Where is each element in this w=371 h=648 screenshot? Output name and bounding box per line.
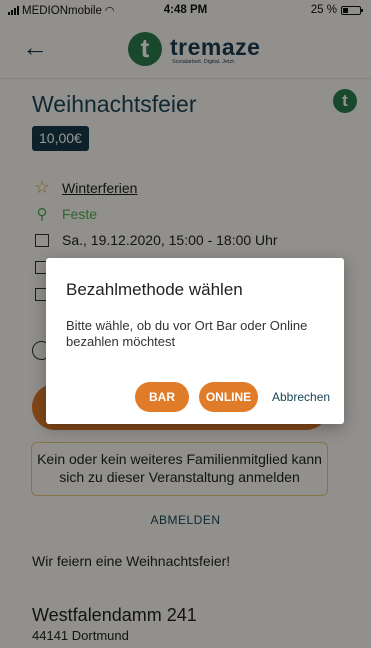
pay-cash-button[interactable]: BAR bbox=[135, 382, 189, 412]
payment-method-dialog: Bezahlmethode wählen Bitte wähle, ob du … bbox=[46, 258, 344, 424]
pay-online-button[interactable]: ONLINE bbox=[199, 382, 258, 412]
cancel-button[interactable]: Abbrechen bbox=[272, 390, 330, 404]
dialog-message: Bitte wähle, ob du vor Ort Bar oder Onli… bbox=[66, 318, 308, 349]
dialog-title: Bezahlmethode wählen bbox=[66, 280, 243, 299]
